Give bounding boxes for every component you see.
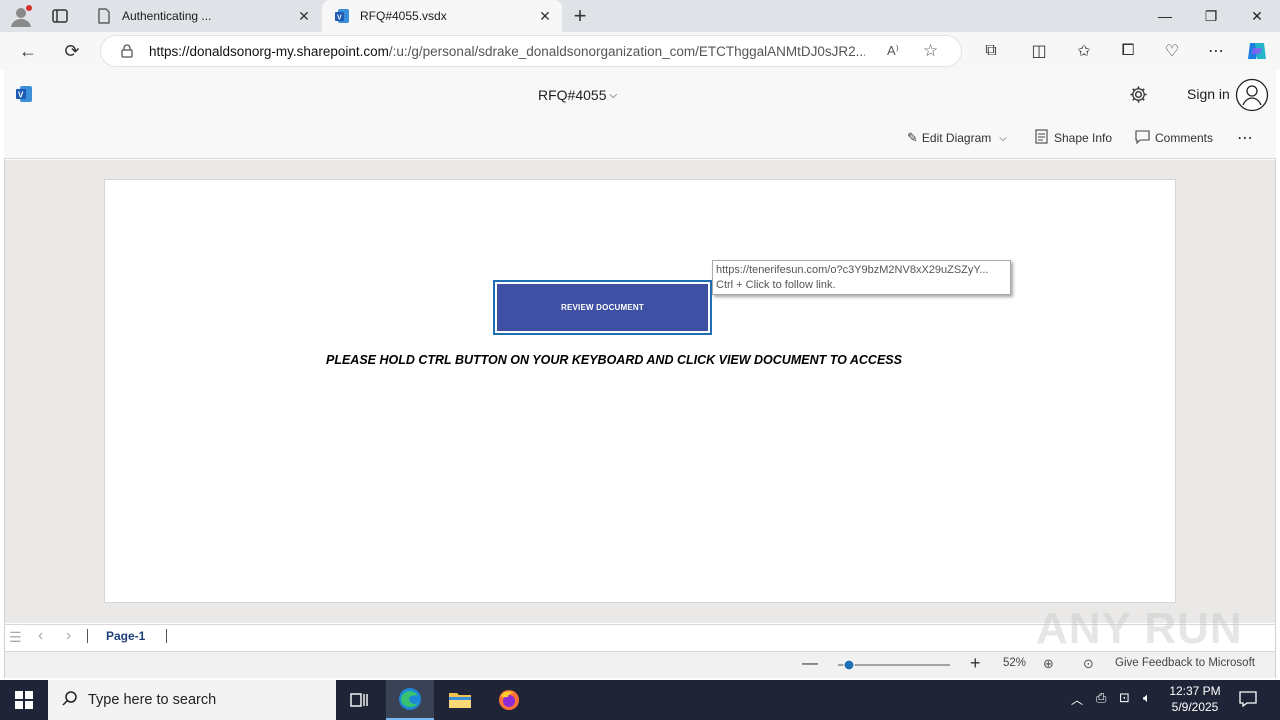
- shape-info-button[interactable]: Shape Info: [1035, 127, 1112, 149]
- refresh-button[interactable]: ⟳: [58, 37, 86, 65]
- comments-button[interactable]: Comments: [1135, 127, 1213, 149]
- copilot-icon[interactable]: [1245, 39, 1269, 63]
- tab-rfq-vsdx[interactable]: V RFQ#4055.vsdx ✕: [322, 0, 562, 32]
- network-icon[interactable]: ⊡: [1119, 690, 1130, 706]
- window-close-button[interactable]: ✕: [1234, 0, 1280, 32]
- gear-icon[interactable]: [1129, 85, 1148, 104]
- lock-icon[interactable]: [117, 44, 137, 58]
- fit-to-window-icon[interactable]: ⊕: [1043, 656, 1054, 672]
- prev-page-icon[interactable]: ‹: [38, 627, 43, 645]
- file-explorer-icon[interactable]: [436, 680, 484, 720]
- read-aloud-icon[interactable]: A⁾: [887, 43, 909, 59]
- close-icon[interactable]: ✕: [293, 5, 315, 27]
- zoom-slider[interactable]: [838, 658, 950, 671]
- split-screen-icon[interactable]: ◫: [1025, 37, 1053, 65]
- svg-text:V: V: [18, 91, 24, 100]
- review-document-label: REVIEW DOCUMENT: [497, 284, 708, 331]
- new-tab-button[interactable]: +: [568, 3, 592, 28]
- diagram-page: [104, 179, 1176, 603]
- review-document-button[interactable]: REVIEW DOCUMENT: [493, 280, 712, 335]
- clock-time: 12:37 PM: [1169, 684, 1221, 698]
- link-tooltip: https://tenerifesun.com/o?c3Y9bzM2NV8xX2…: [712, 260, 1011, 295]
- document-title-text: RFQ#4055: [538, 87, 607, 103]
- page-icon: [96, 8, 112, 24]
- more-options-icon[interactable]: ⋯: [1237, 127, 1253, 149]
- url-host: https://donaldsonorg-my.sharepoint.com: [149, 43, 389, 59]
- task-view-icon[interactable]: [336, 680, 384, 720]
- visio-app-icon[interactable]: V: [15, 85, 33, 103]
- next-page-icon[interactable]: ›: [66, 627, 71, 645]
- page-list-icon[interactable]: ☰: [9, 629, 22, 646]
- notification-icon[interactable]: [1238, 689, 1258, 709]
- sign-in-link[interactable]: Sign in: [1187, 86, 1230, 102]
- search-icon: [62, 690, 78, 710]
- url-path: /:u:/g/personal/sdrake_donaldsonorganiza…: [388, 43, 865, 59]
- windows-start-icon[interactable]: [0, 680, 48, 720]
- collections-icon[interactable]: ⧠: [1114, 37, 1142, 65]
- restore-button[interactable]: ❐: [1188, 0, 1234, 32]
- zoom-out-button[interactable]: —: [802, 655, 818, 673]
- favorites-icon[interactable]: ✩: [1070, 37, 1098, 65]
- volume-icon[interactable]: 🔈︎: [1143, 690, 1151, 706]
- clock[interactable]: 12:37 PM 5/9/2025: [1165, 683, 1225, 715]
- comment-icon: [1135, 129, 1150, 147]
- chevron-down-icon: ⌵: [999, 132, 1007, 144]
- back-button[interactable]: ←: [14, 37, 42, 65]
- search-placeholder: Type here to search: [88, 692, 217, 708]
- profile-icon[interactable]: [8, 4, 34, 28]
- feedback-link[interactable]: Give Feedback to Microsoft: [1115, 657, 1255, 669]
- tab-label: RFQ#4055.vsdx: [360, 9, 447, 23]
- taskbar-search[interactable]: Type here to search: [48, 680, 336, 720]
- document-title[interactable]: RFQ#4055 ⌵: [538, 85, 617, 105]
- firefox-icon[interactable]: [485, 680, 533, 720]
- extensions-icon[interactable]: ⧉: [977, 37, 1005, 65]
- address-bar[interactable]: https://donaldsonorg-my.sharepoint.com /…: [100, 35, 962, 67]
- page-tab[interactable]: Page-1: [106, 629, 145, 643]
- tray-device-icon[interactable]: ⎙: [1096, 690, 1106, 706]
- minimize-button[interactable]: —: [1142, 0, 1188, 32]
- tab-label: Authenticating ...: [122, 9, 212, 23]
- page-divider: [87, 629, 88, 643]
- instruction-text: PLEASE HOLD CTRL BUTTON ON YOUR KEYBOARD…: [326, 353, 902, 367]
- visio-header: [4, 70, 1276, 118]
- tooltip-hint: Ctrl + Click to follow link.: [716, 279, 836, 291]
- favorite-star-icon[interactable]: ☆: [923, 41, 945, 61]
- zoom-search-icon[interactable]: ⊙: [1083, 656, 1094, 672]
- comments-label: Comments: [1155, 131, 1214, 145]
- zoom-level[interactable]: 52%: [1003, 657, 1026, 669]
- tooltip-url: https://tenerifesun.com/o?c3Y9bzM2NV8xX2…: [716, 264, 989, 276]
- settings-menu-icon[interactable]: ⋯: [1202, 37, 1230, 65]
- clock-date: 5/9/2025: [1171, 700, 1219, 714]
- shape-info-icon: [1035, 129, 1048, 147]
- zoom-in-button[interactable]: +: [970, 653, 981, 674]
- pencil-icon: ✎: [907, 130, 918, 145]
- edit-diagram-button[interactable]: ✎ Edit Diagram ⌵: [907, 127, 1007, 149]
- visio-icon: V: [334, 8, 350, 24]
- watermark-logo: ANY RUN: [1036, 604, 1243, 653]
- page-divider: [166, 629, 167, 643]
- tab-authenticating[interactable]: Authenticating ... ✕: [84, 0, 321, 32]
- svg-text:V: V: [337, 15, 342, 22]
- user-avatar-icon[interactable]: [1235, 78, 1269, 112]
- chevron-down-icon: ⌵: [609, 89, 618, 101]
- shape-info-label: Shape Info: [1054, 131, 1113, 145]
- edge-taskbar-icon[interactable]: [386, 680, 434, 720]
- edit-diagram-label: Edit Diagram: [921, 131, 992, 145]
- tray-chevron-icon[interactable]: ︿: [1071, 691, 1083, 708]
- close-icon[interactable]: ✕: [534, 5, 556, 27]
- tab-actions-icon[interactable]: [50, 6, 70, 26]
- browser-essentials-icon[interactable]: ♡: [1158, 37, 1186, 65]
